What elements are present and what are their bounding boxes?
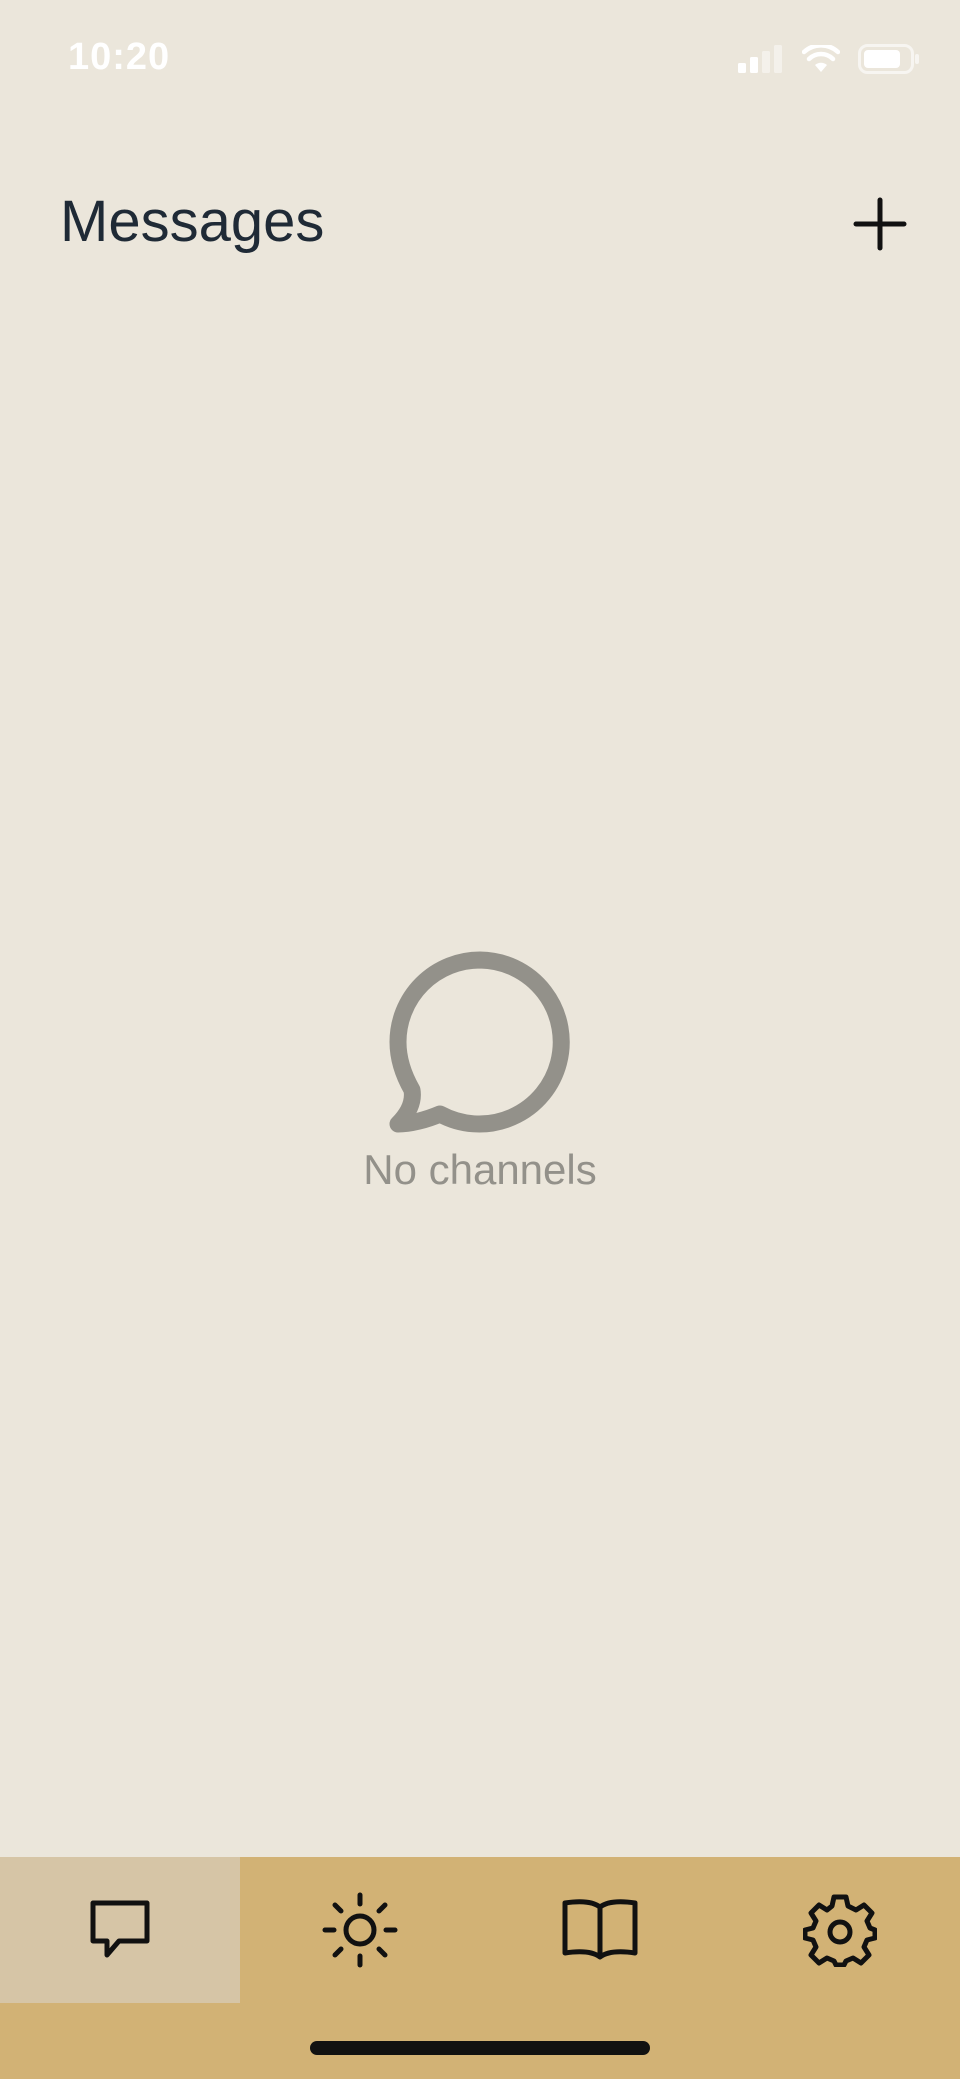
gear-icon bbox=[803, 1894, 877, 1967]
page-title: Messages bbox=[60, 189, 325, 254]
empty-state: No channels bbox=[0, 950, 960, 1194]
empty-state-text: No channels bbox=[363, 1146, 597, 1193]
chat-bubble-icon bbox=[389, 951, 570, 1133]
signal-icon bbox=[738, 45, 782, 73]
header: Messages bbox=[0, 170, 960, 280]
battery-icon bbox=[858, 44, 919, 74]
status-time: 10:20 bbox=[68, 36, 171, 78]
tab-sun[interactable] bbox=[240, 1857, 480, 2003]
home-indicator bbox=[310, 2041, 650, 2055]
status-bar: 10:20 bbox=[0, 0, 960, 120]
wifi-icon bbox=[802, 45, 840, 72]
plus-icon bbox=[853, 197, 907, 251]
sun-icon bbox=[322, 1892, 398, 1968]
tab-settings[interactable] bbox=[720, 1857, 960, 2003]
add-channel-button[interactable] bbox=[852, 196, 908, 252]
status-icons bbox=[738, 42, 920, 76]
tab-messages[interactable] bbox=[0, 1857, 240, 2003]
tab-book[interactable] bbox=[480, 1857, 720, 2003]
chat-icon bbox=[90, 1900, 150, 1958]
book-icon bbox=[562, 1899, 638, 1960]
